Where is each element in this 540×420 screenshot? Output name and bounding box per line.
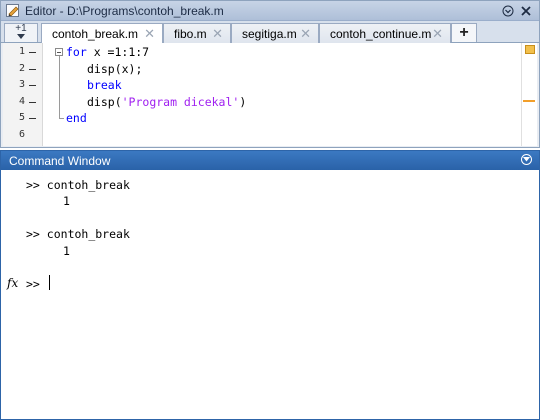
command-window-title-bar: Command Window bbox=[1, 151, 539, 170]
warning-marker[interactable] bbox=[523, 100, 535, 102]
command-prompt-input[interactable]: >> bbox=[26, 277, 40, 291]
editor-close-icon[interactable] bbox=[519, 4, 533, 18]
code-editor[interactable]: 1 2 3 4 5 6 for x =1:1:7 disp(x); break … bbox=[3, 43, 537, 146]
code-string: 'Program dicekal' bbox=[121, 95, 240, 109]
command-text: contoh_break bbox=[46, 178, 130, 192]
code-keyword: for bbox=[66, 45, 87, 59]
chevron-down-icon bbox=[17, 33, 25, 41]
tab-close-icon[interactable]: ✕ bbox=[432, 26, 443, 42]
command-entry: >> contoh_break bbox=[26, 178, 130, 192]
breakpoint-marker[interactable] bbox=[29, 69, 36, 70]
tab-close-icon[interactable]: ✕ bbox=[300, 26, 311, 42]
command-output: 1 bbox=[63, 194, 70, 208]
code-analyzer-rail bbox=[521, 43, 537, 146]
command-window-panel: Command Window >> contoh_break 1 >> cont… bbox=[0, 150, 540, 420]
tab-navigation-button[interactable]: +1 bbox=[4, 23, 38, 42]
tab-contoh-break[interactable]: contoh_break.m ✕ bbox=[41, 23, 163, 44]
code-fold-guide bbox=[59, 56, 60, 118]
line-number-gutter: 1 2 3 4 5 6 bbox=[3, 43, 43, 146]
tab-label: fibo.m bbox=[174, 26, 207, 41]
breakpoint-marker[interactable] bbox=[29, 118, 36, 119]
line-number: 6 bbox=[18, 129, 25, 140]
line-number: 2 bbox=[18, 63, 25, 74]
breakpoint-marker[interactable] bbox=[29, 102, 36, 103]
editor-title: Editor - D:\Programs\contoh_break.m bbox=[25, 3, 224, 18]
line-number: 1 bbox=[18, 46, 25, 57]
code-line-2: disp(x); bbox=[87, 62, 142, 76]
breakpoint-marker[interactable] bbox=[29, 85, 36, 86]
tab-fibo[interactable]: fibo.m ✕ bbox=[163, 23, 231, 43]
editor-pencil-icon bbox=[6, 4, 20, 17]
code-line-1: for x =1:1:7 bbox=[66, 45, 149, 59]
line-number: 5 bbox=[18, 112, 25, 123]
code-text: ) bbox=[239, 95, 247, 109]
code-line-3: break bbox=[87, 78, 122, 92]
editor-panel: Editor - D:\Programs\contoh_break.m +1 c… bbox=[0, 0, 540, 148]
breakpoint-marker[interactable] bbox=[29, 52, 36, 53]
code-line-4: disp('Program dicekal') bbox=[87, 95, 246, 109]
code-analyzer-status-icon[interactable] bbox=[525, 45, 535, 54]
tab-close-icon[interactable]: ✕ bbox=[144, 26, 155, 42]
code-text: x =1:1:7 bbox=[86, 45, 150, 59]
prompt: >> bbox=[26, 178, 40, 192]
editor-tab-strip: +1 contoh_break.m ✕ fibo.m ✕ segitiga.m … bbox=[1, 21, 539, 44]
editor-title-bar: Editor - D:\Programs\contoh_break.m bbox=[1, 1, 539, 21]
tab-close-icon[interactable]: ✕ bbox=[212, 26, 223, 42]
command-window-actions-icon[interactable] bbox=[521, 154, 532, 165]
tab-label: contoh_break.m bbox=[52, 27, 139, 41]
line-number: 4 bbox=[18, 96, 25, 107]
command-window-title: Command Window bbox=[9, 153, 111, 168]
command-entry: >> contoh_break bbox=[26, 227, 130, 241]
code-fold-toggle[interactable] bbox=[55, 48, 63, 56]
code-keyword: end bbox=[66, 111, 87, 125]
tab-segitiga[interactable]: segitiga.m ✕ bbox=[231, 23, 319, 43]
editor-actions-icon[interactable] bbox=[501, 4, 515, 18]
function-browser-icon[interactable]: fx bbox=[7, 276, 18, 290]
tab-navigation-label: +1 bbox=[15, 23, 27, 34]
tab-contoh-continue[interactable]: contoh_continue.m ✕ bbox=[319, 23, 451, 43]
command-text: contoh_break bbox=[46, 227, 130, 241]
prompt: >> bbox=[26, 227, 40, 241]
code-keyword: break bbox=[87, 78, 122, 92]
code-line-5: end bbox=[66, 111, 87, 125]
prompt: >> bbox=[26, 277, 40, 291]
text-cursor bbox=[49, 275, 50, 290]
code-fold-end bbox=[59, 118, 64, 119]
tab-label: segitiga.m bbox=[242, 26, 297, 41]
tab-label: contoh_continue.m bbox=[330, 26, 432, 41]
add-tab-button[interactable]: + bbox=[451, 23, 477, 42]
command-output: 1 bbox=[63, 244, 70, 258]
line-number: 3 bbox=[18, 79, 25, 90]
code-text: disp(x); bbox=[87, 62, 143, 76]
code-text: disp( bbox=[87, 95, 122, 109]
